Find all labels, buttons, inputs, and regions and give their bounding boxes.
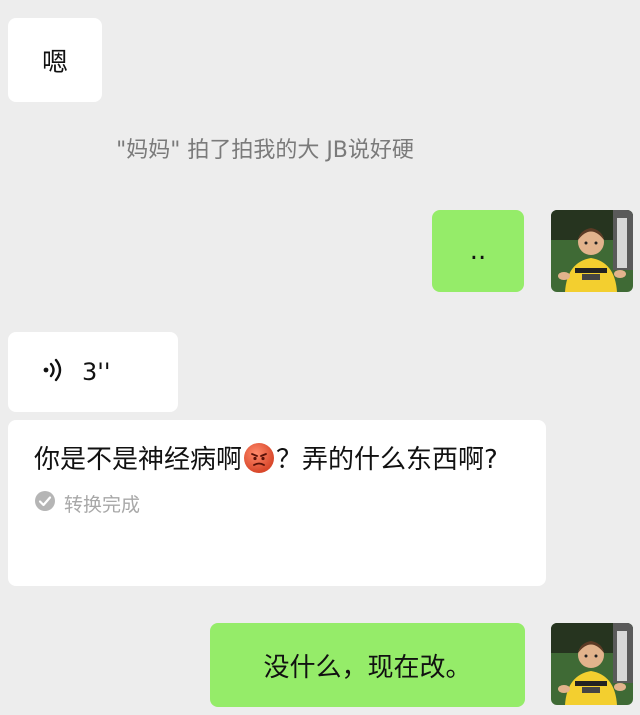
user-avatar[interactable] [551, 210, 633, 292]
transcription-status: 转换完成 [34, 490, 522, 517]
user-avatar[interactable] [551, 623, 633, 705]
message-text: 嗯 [41, 47, 68, 78]
outgoing-message-bubble[interactable]: .. [432, 210, 524, 292]
outgoing-message-bubble[interactable]: 没什么，现在改。 [210, 623, 525, 707]
voice-message-bubble[interactable]: 3'' [8, 332, 178, 412]
incoming-message-bubble[interactable]: 嗯 [8, 18, 102, 102]
message-text: 没什么，现在改。 [263, 652, 472, 683]
voice-transcription-card[interactable]: 你是不是神经病啊 ？弄的什么东西啊? 转换完成 [8, 420, 546, 586]
avatar-image [551, 623, 633, 705]
avatar-image [551, 210, 633, 292]
message-text: .. [469, 236, 487, 266]
transcription-status-label: 转换完成 [64, 494, 141, 516]
transcription-part-1: 你是不是神经病啊 [34, 445, 243, 475]
pat-notice: "妈妈" 拍了拍我的大 JB说好硬 [116, 138, 414, 163]
transcription-part-2: ？弄的什么东西啊? [276, 445, 498, 475]
angry-face-emoji [244, 443, 275, 473]
voice-wave-icon [42, 357, 64, 387]
transcription-text: 你是不是神经病啊 ？弄的什么东西啊? [34, 438, 522, 482]
voice-duration: 3'' [82, 358, 111, 386]
check-circle-icon [34, 490, 56, 517]
